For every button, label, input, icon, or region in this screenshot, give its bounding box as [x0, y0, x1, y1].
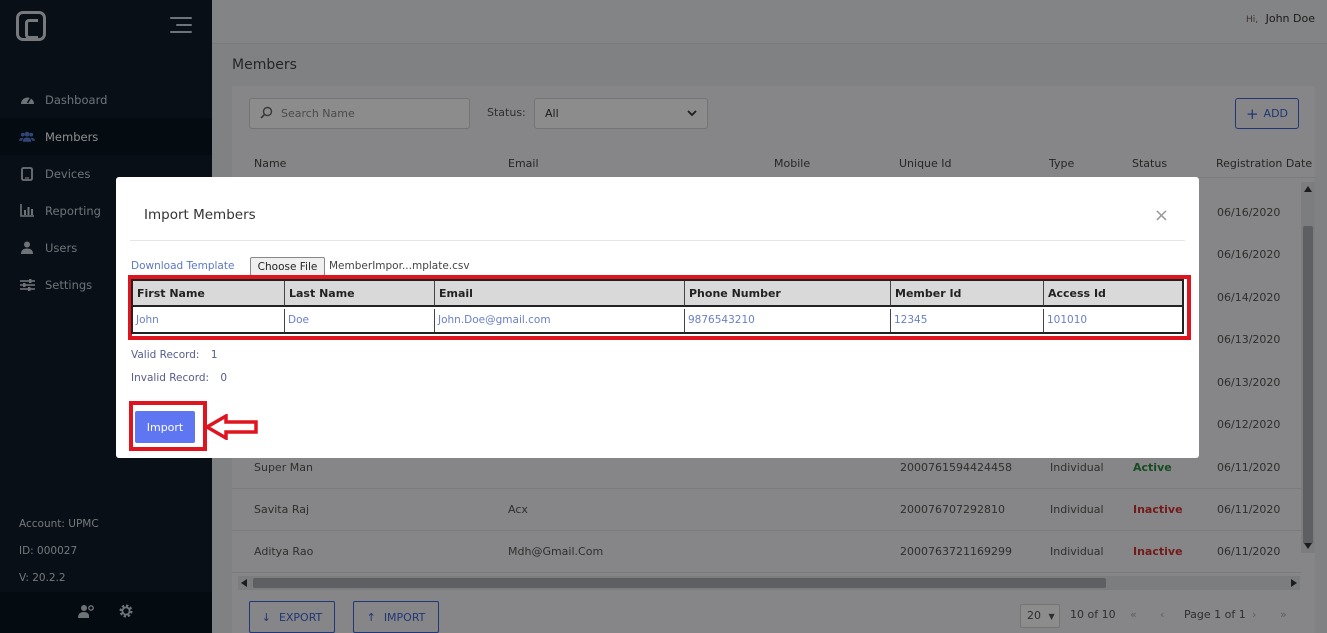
- preview-cell: 12345: [891, 309, 1044, 332]
- preview-cell: 9876543210: [685, 309, 891, 332]
- preview-column-header: Access Id: [1044, 281, 1182, 307]
- preview-cell: John.Doe@gmail.com: [435, 309, 685, 332]
- import-members-modal: Import Members × Download Template Choos…: [116, 177, 1199, 458]
- invalid-record-count: Invalid Record: 0: [131, 372, 227, 384]
- preview-cell: John: [133, 309, 285, 332]
- preview-cell: Doe: [285, 309, 435, 332]
- preview-column-header: Phone Number: [685, 281, 891, 307]
- preview-column-header: Member Id: [891, 281, 1044, 307]
- preview-column-header: Email: [435, 281, 685, 307]
- preview-column-header: First Name: [133, 281, 285, 307]
- divider: [130, 240, 1185, 241]
- preview-cell: 101010: [1047, 314, 1088, 326]
- valid-record-value: 1: [210, 349, 218, 361]
- close-icon[interactable]: ×: [1154, 207, 1169, 225]
- download-template-link[interactable]: Download Template: [131, 260, 234, 272]
- modal-title: Import Members: [144, 207, 256, 223]
- import-preview-table: First Name Last Name Email Phone Number …: [131, 279, 1184, 334]
- annotation-arrow-icon: [204, 414, 258, 440]
- import-submit-button[interactable]: Import: [135, 411, 195, 443]
- invalid-record-value: 0: [220, 372, 228, 384]
- selected-file-name: MemberImpor...mplate.csv: [329, 260, 470, 272]
- choose-file-button[interactable]: Choose File: [250, 257, 325, 276]
- preview-column-header: Last Name: [285, 281, 435, 307]
- valid-record-count: Valid Record: 1: [131, 349, 218, 361]
- invalid-record-label: Invalid Record:: [131, 372, 210, 384]
- valid-record-label: Valid Record:: [131, 349, 200, 361]
